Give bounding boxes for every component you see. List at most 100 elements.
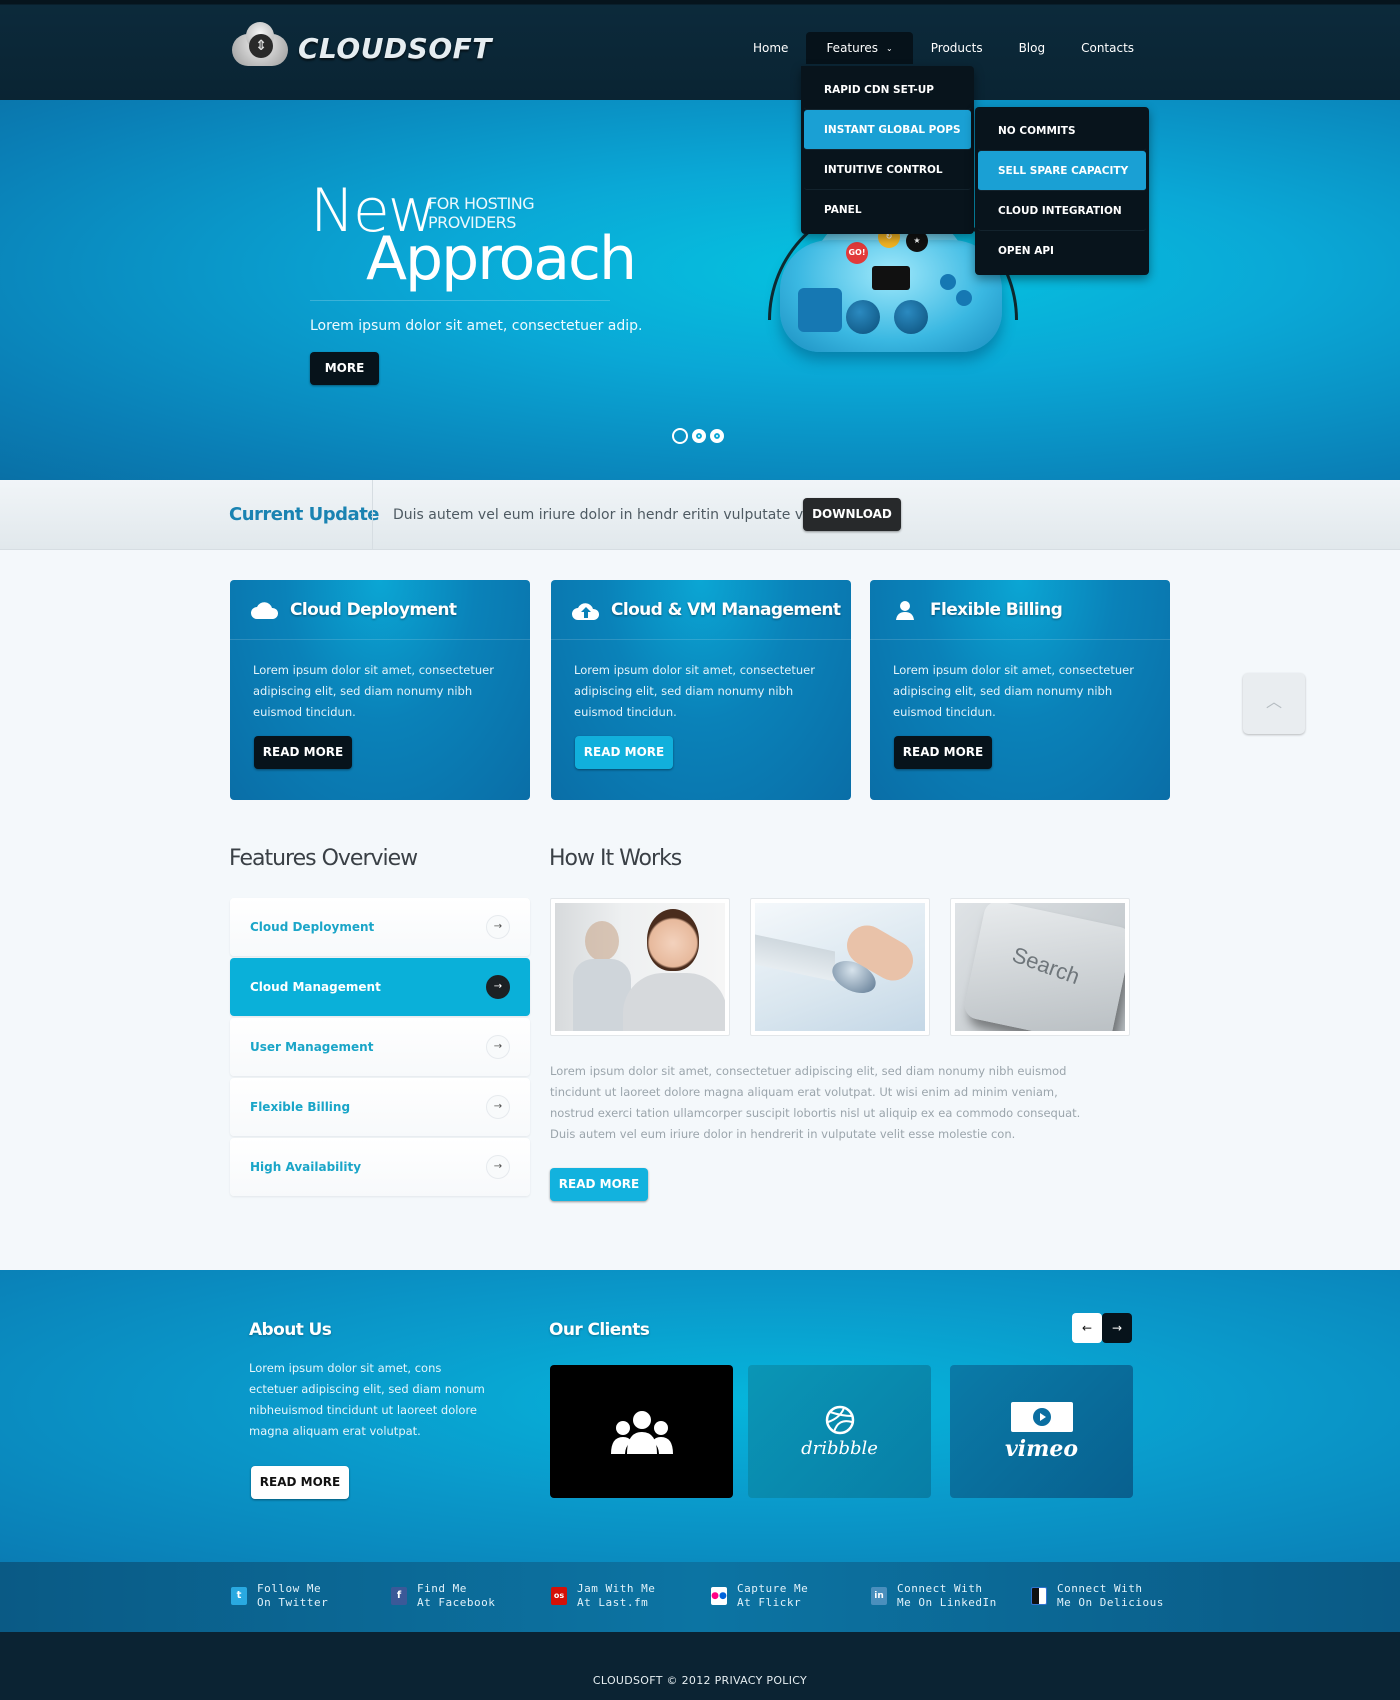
chevron-up-icon: ︿ [1265,692,1282,711]
logo-text: CLOUDSOFT [298,31,492,65]
nav-features[interactable]: Features ⌄ [806,32,913,64]
facebook-icon: f [391,1587,407,1605]
linkedin-icon: in [871,1587,887,1605]
slider-dots [672,428,724,444]
image-search-key[interactable]: Search [950,898,1130,1036]
about-us-text: Lorem ipsum dolor sit amet, cons ectetue… [249,1361,485,1438]
client-community[interactable] [550,1365,733,1498]
nav-contacts[interactable]: Contacts [1063,32,1152,64]
arrow-right-icon: → [486,975,510,999]
list-item-cloud-deployment[interactable]: Cloud Deployment → [230,898,530,956]
client-vimeo[interactable]: vimeo [950,1365,1133,1498]
social-link-flickr[interactable]: ●● Capture Me At Flickr [711,1582,808,1610]
arrow-right-icon: → [486,1155,510,1179]
read-more-button[interactable]: READ MORE [575,736,673,769]
dropdown-item-rapid-cdn[interactable]: RAPID CDN SET-UP [804,70,971,110]
slide-dot-3[interactable] [710,429,724,443]
client-dribbble[interactable]: dribbble [748,1365,931,1498]
social-link-lastfm[interactable]: os Jam With Me At Last.fm [551,1582,655,1610]
slide-dot-2[interactable] [692,429,706,443]
social-line-2: On Twitter [257,1596,329,1609]
nav-label: Products [930,41,983,55]
social-line-1: Capture Me [737,1582,809,1595]
current-update-bar: Current Update Duis autem vel eum iriure… [0,480,1400,550]
social-link-delicious[interactable]: Connect With Me On Delicious [1031,1582,1164,1610]
cloud-icon [250,598,280,622]
site-header: ⇕ CLOUDSOFT Home Features ⌄ Products Blog… [0,0,1400,100]
read-more-button[interactable]: READ MORE [894,736,992,769]
about-us-title: About Us [249,1320,332,1340]
nav-blog[interactable]: Blog [1001,32,1064,64]
footer-brand: CLOUDSOFT [592,1674,663,1687]
social-links-bar: t Follow Me On Twitter f Find Me At Facebo… [0,1562,1400,1632]
list-item-label: Cloud Management [250,980,381,994]
nav-home[interactable]: Home [735,32,806,64]
subdropdown-item-sell-spare-capacity[interactable]: SELL SPARE CAPACITY [978,151,1146,191]
slide-dot-1[interactable] [672,428,688,444]
social-link-facebook[interactable]: f Find Me At Facebook [391,1582,495,1610]
social-link-linkedin[interactable]: in Connect With Me On LinkedIn [871,1582,997,1610]
list-item-flexible-billing[interactable]: Flexible Billing → [230,1078,530,1136]
arrow-right-icon: → [486,1095,510,1119]
card-text: Lorem ipsum dolor sit amet, consectetuer… [253,663,494,719]
privacy-policy-link[interactable]: PRIVACY POLICY [715,1674,807,1687]
list-item-user-management[interactable]: User Management → [230,1018,530,1076]
card-title: Cloud & VM Management [611,599,841,620]
logo[interactable]: ⇕ CLOUDSOFT [232,22,492,68]
dropdown-item-instant-global-pops[interactable]: INSTANT GLOBAL POPS [804,110,971,150]
social-link-twitter[interactable]: t Follow Me On Twitter [231,1582,328,1610]
list-item-label: User Management [250,1040,374,1054]
list-item-cloud-management[interactable]: Cloud Management → [230,958,530,1016]
people-group-icon [610,1410,673,1454]
vimeo-wordmark: vimeo [1004,1435,1079,1462]
hero-title-approach: Approach [366,224,637,294]
about-read-more-button[interactable]: READ MORE [251,1466,349,1499]
hero-description: Lorem ipsum dolor sit amet, consectetuer… [310,318,643,334]
social-line-1: Connect With [897,1582,983,1595]
sub-dropdown: NO COMMITS SELL SPARE CAPACITY CLOUD INT… [975,107,1149,275]
feature-card-flexible-billing: Flexible Billing Lorem ipsum dolor sit a… [870,580,1170,800]
subdropdown-item-cloud-integration[interactable]: CLOUD INTEGRATION [978,191,1146,231]
list-item-high-availability[interactable]: High Availability → [230,1138,530,1196]
features-dropdown: RAPID CDN SET-UP INSTANT GLOBAL POPS INT… [801,66,974,234]
dribbble-wordmark: dribbble [801,1438,878,1459]
cloud-upload-icon [571,598,601,622]
feature-card-cloud-vm-management: Cloud & VM Management Lorem ipsum dolor … [551,580,851,800]
download-button[interactable]: DOWNLOAD [803,498,901,531]
hero-more-button[interactable]: MORE [310,352,379,385]
chevron-down-icon: ⌄ [886,43,893,53]
hero-subtitle-line-1: FOR HOSTING [428,194,535,213]
nav-label: Features [826,41,879,55]
carousel-prev-button[interactable]: ← [1072,1313,1102,1343]
how-it-works-read-more-button[interactable]: READ MORE [550,1168,648,1201]
social-line-2: At Flickr [737,1596,802,1609]
update-text: Duis autem vel eum iriure dolor in hendr… [393,507,830,523]
dropdown-item-intuitive-control[interactable]: INTUITIVE CONTROL [804,150,971,190]
twitter-icon: t [231,1587,247,1605]
social-line-2: Me On Delicious [1057,1596,1164,1609]
read-more-button[interactable]: READ MORE [254,736,352,769]
cloud-download-logo-icon: ⇕ [232,22,288,68]
image-computer-mouse[interactable] [750,898,930,1036]
footer-blue-section: About Us Lorem ipsum dolor sit amet, con… [0,1270,1400,1562]
scroll-to-top-button[interactable]: ︿ [1243,673,1305,734]
carousel-next-button[interactable]: → [1102,1313,1132,1343]
hero-divider [310,300,610,301]
how-it-works-text: Lorem ipsum dolor sit amet, consectetuer… [550,1064,1081,1141]
list-item-label: Cloud Deployment [250,920,375,934]
social-line-1: Jam With Me [577,1582,656,1595]
image-businesswoman[interactable] [550,898,730,1036]
subdropdown-item-open-api[interactable]: OPEN API [978,231,1146,271]
lastfm-icon: os [551,1587,567,1605]
nav-label: Blog [1018,41,1046,55]
how-it-works-title: How It Works [549,846,682,871]
card-text: Lorem ipsum dolor sit amet, consectetuer… [893,663,1134,719]
nav-label: Contacts [1081,41,1135,55]
dropdown-item-panel[interactable]: PANEL [804,190,971,230]
feature-card-cloud-deployment: Cloud Deployment Lorem ipsum dolor sit a… [230,580,530,800]
user-icon [890,598,920,622]
social-line-2: At Facebook [417,1596,496,1609]
nav-products[interactable]: Products [913,32,1001,64]
subdropdown-item-no-commits[interactable]: NO COMMITS [978,111,1146,151]
delicious-icon [1031,1587,1047,1605]
